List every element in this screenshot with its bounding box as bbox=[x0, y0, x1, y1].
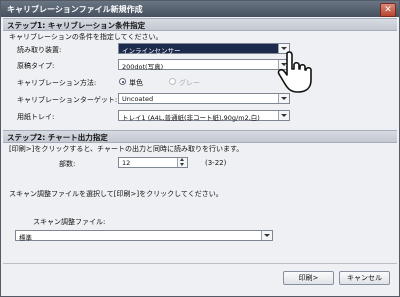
reader-value: インラインセンサー bbox=[122, 47, 181, 55]
divider bbox=[3, 263, 397, 264]
tray-label: 用紙トレイ: bbox=[17, 113, 55, 121]
reader-select[interactable]: インラインセンサー bbox=[118, 43, 290, 55]
reader-label: 読み取り装置: bbox=[17, 46, 62, 54]
chevron-down-icon[interactable] bbox=[180, 163, 184, 166]
step1-instruction: キャリブレーションの条件を指定してください。 bbox=[9, 33, 163, 41]
copies-stepper[interactable]: 12 bbox=[118, 157, 188, 168]
original-type-label: 原稿タイプ: bbox=[17, 62, 55, 70]
dialog-window: キャリブレーションファイル新規作成 ✕ ステップ1: キャリブレーション条件指定… bbox=[0, 0, 400, 297]
method-label: キャリブレーション方法: bbox=[17, 79, 97, 87]
method-radio-gray[interactable] bbox=[169, 78, 176, 85]
target-label: キャリブレーションターゲット: bbox=[17, 96, 118, 104]
scan-file-label: スキャン調整ファイル: bbox=[33, 218, 106, 226]
spin-buttons[interactable] bbox=[177, 158, 187, 167]
target-value: Uncoated bbox=[122, 95, 154, 103]
title-bar: キャリブレーションファイル新規作成 ✕ bbox=[1, 1, 399, 17]
method-option-gray: グレー bbox=[179, 79, 200, 87]
copies-range: (3-22) bbox=[205, 159, 227, 167]
hand-pointer-icon bbox=[277, 51, 312, 93]
chevron-down-icon[interactable] bbox=[278, 111, 289, 120]
method-option-mono: 単色 bbox=[129, 79, 143, 87]
step1-header: ステップ1: キャリブレーション条件指定 bbox=[3, 18, 397, 31]
copies-value: 12 bbox=[122, 159, 131, 167]
step2-header: ステップ2: チャート出力指定 bbox=[3, 130, 397, 143]
chevron-down-icon[interactable] bbox=[261, 231, 272, 240]
original-type-select[interactable]: 200dot(写真) bbox=[118, 59, 290, 71]
tray-value: トレイ1 (A4L,普通紙(非コート紙),90g/m2,白) bbox=[122, 114, 260, 122]
close-icon: ✕ bbox=[384, 5, 392, 15]
scan-file-value: 標準 bbox=[19, 234, 32, 242]
scan-instruction: スキャン調整ファイルを選択して[印刷>]をクリックしてください。 bbox=[9, 190, 223, 198]
chevron-down-icon[interactable] bbox=[278, 94, 289, 103]
target-select[interactable]: Uncoated bbox=[118, 93, 290, 104]
copies-label: 部数: bbox=[59, 160, 76, 168]
step2-header-label: ステップ2: チャート出力指定 bbox=[7, 133, 108, 142]
print-button[interactable]: 印刷> bbox=[283, 271, 334, 285]
method-radio-mono[interactable] bbox=[119, 78, 126, 85]
tray-select[interactable]: トレイ1 (A4L,普通紙(非コート紙),90g/m2,白) bbox=[118, 110, 290, 122]
step1-header-label: ステップ1: キャリブレーション条件指定 bbox=[7, 21, 146, 30]
chevron-up-icon[interactable] bbox=[180, 158, 184, 161]
original-type-value: 200dot(写真) bbox=[122, 63, 164, 71]
step2-instruction: [印刷>]をクリックすると、チャートの出力と同時に読み取りを行います。 bbox=[9, 145, 244, 153]
scan-file-select[interactable]: 標準 bbox=[15, 230, 273, 242]
window-title: キャリブレーションファイル新規作成 bbox=[7, 5, 143, 14]
close-button[interactable]: ✕ bbox=[380, 3, 396, 17]
cancel-button[interactable]: キャンセル bbox=[339, 271, 390, 285]
